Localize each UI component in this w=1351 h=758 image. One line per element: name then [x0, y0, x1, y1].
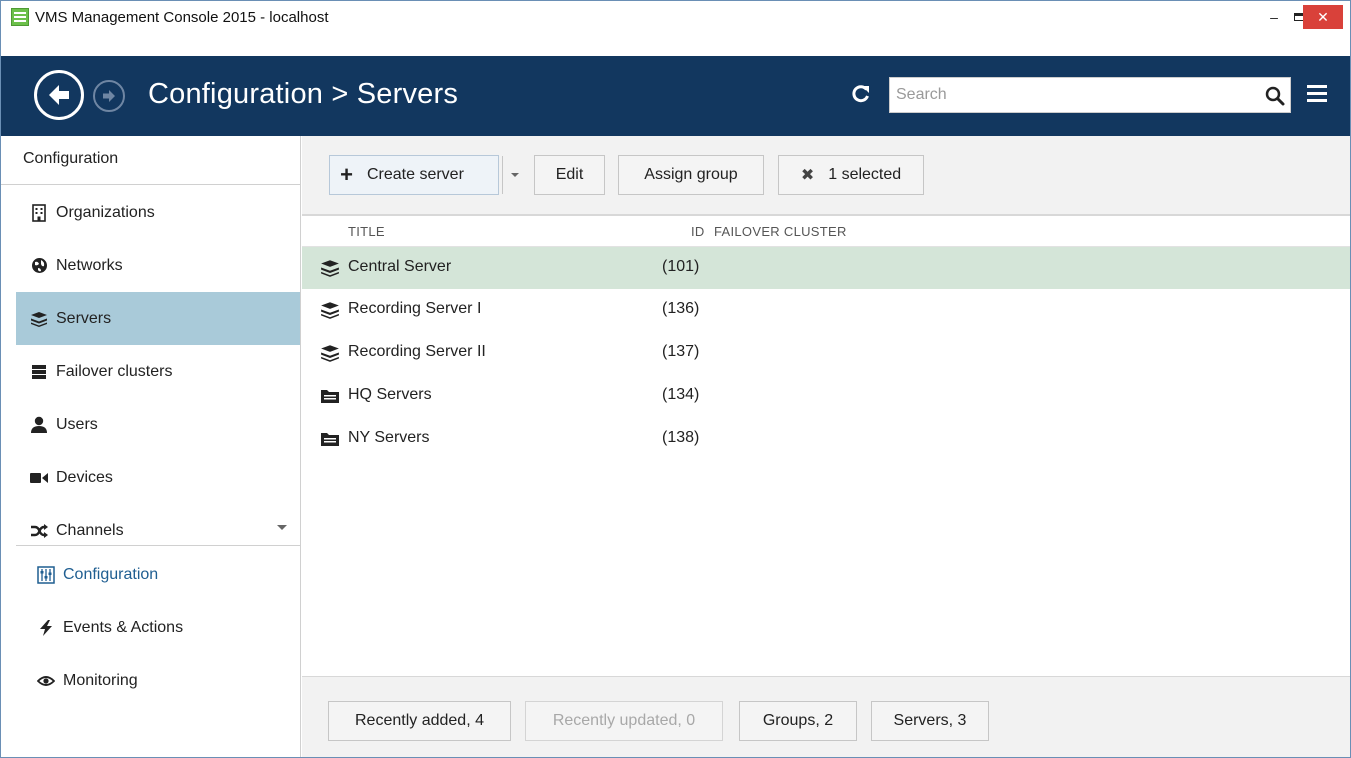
window-title: VMS Management Console 2015 - localhost: [35, 8, 329, 26]
list-header: TITLE ID FAILOVER CLUSTER: [302, 218, 1350, 247]
sidebar-item-networks[interactable]: Networks: [16, 239, 300, 292]
table-row[interactable]: Central Server (101): [302, 247, 1350, 289]
sidebar-item-organizations[interactable]: Organizations: [16, 186, 300, 239]
breadcrumb: Configuration > Servers: [148, 78, 459, 110]
toolbar: + Create server Edit Assign group ✖ 1 se…: [302, 136, 1350, 216]
sidebar-item-label: Devices: [56, 468, 113, 486]
folder-icon: [321, 433, 339, 446]
folder-icon: [321, 390, 339, 403]
row-title: Recording Server I: [348, 300, 482, 317]
arrow-right-icon: [103, 90, 115, 102]
row-title: NY Servers: [348, 429, 430, 446]
nav-label: Configuration: [63, 566, 159, 583]
row-title: HQ Servers: [348, 386, 432, 403]
user-icon: [30, 416, 48, 434]
nav-label: Events & Actions: [63, 619, 184, 636]
table-row[interactable]: Recording Server I (136): [302, 289, 1350, 331]
search-box: [889, 77, 1291, 113]
hamburger-menu-icon[interactable]: [1306, 82, 1328, 104]
create-dropdown-toggle[interactable]: [502, 156, 526, 194]
column-header-failover-cluster[interactable]: FAILOVER CLUSTER: [714, 224, 847, 239]
app-window: VMS Management Console 2015 - localhost …: [0, 0, 1351, 758]
row-id: (138): [662, 429, 700, 446]
sidebar-divider: [16, 545, 300, 546]
plus-icon: +: [340, 162, 353, 187]
recently-updated-filter-button[interactable]: Recently updated, 0: [525, 701, 723, 741]
row-id: (101): [662, 258, 700, 275]
recently-added-filter-button[interactable]: Recently added, 4: [328, 701, 511, 741]
close-button[interactable]: ✕: [1303, 5, 1343, 29]
sidebar-heading: Configuration: [1, 136, 300, 185]
search-icon[interactable]: [1264, 85, 1286, 107]
server-stack-icon: [321, 260, 339, 277]
create-server-label: Create server: [366, 166, 464, 183]
eye-icon: [36, 671, 56, 691]
building-icon: [30, 203, 48, 222]
servers-filter-button[interactable]: Servers, 3: [871, 701, 989, 741]
back-button[interactable]: [34, 70, 84, 120]
app-logo-icon: [11, 8, 29, 26]
table-row[interactable]: NY Servers (138): [302, 418, 1350, 460]
sidebar-item-servers[interactable]: Servers: [16, 292, 300, 345]
app-header: Configuration > Servers: [1, 56, 1350, 136]
sidebar-item-users[interactable]: Users: [16, 398, 300, 451]
sidebar-item-label: Organizations: [56, 203, 155, 221]
row-id: (136): [662, 300, 700, 317]
selected-count-label: 1 selected: [828, 166, 902, 183]
server-stack-icon: [30, 310, 48, 328]
cluster-icon: [30, 363, 48, 381]
nav-events-actions[interactable]: Events & Actions: [16, 608, 300, 648]
forward-button[interactable]: [93, 80, 125, 112]
server-stack-icon: [321, 345, 339, 362]
sidebar-item-label: Servers: [56, 309, 112, 327]
sliders-icon: [36, 565, 56, 585]
close-icon: ✖: [800, 167, 815, 184]
column-header-id[interactable]: ID: [691, 224, 705, 239]
server-stack-icon: [321, 302, 339, 319]
edit-button[interactable]: Edit: [534, 155, 605, 195]
column-header-title[interactable]: TITLE: [348, 224, 385, 239]
search-input[interactable]: [890, 78, 1250, 112]
sidebar-item-devices[interactable]: Devices: [16, 451, 300, 504]
sidebar-item-channels[interactable]: Channels: [16, 504, 300, 557]
nav-monitoring[interactable]: Monitoring: [16, 661, 300, 701]
globe-icon: [30, 257, 48, 275]
sidebar-item-label: Channels: [56, 521, 124, 539]
sidebar-item-label: Networks: [56, 256, 123, 274]
table-row[interactable]: HQ Servers (134): [302, 375, 1350, 417]
row-title: Central Server: [348, 258, 452, 275]
create-server-button[interactable]: + Create server: [329, 155, 519, 195]
title-bar: VMS Management Console 2015 - localhost …: [1, 1, 1350, 33]
table-row[interactable]: Recording Server II (137): [302, 332, 1350, 374]
sidebar-item-label: Failover clusters: [56, 362, 173, 380]
shuffle-icon: [30, 522, 48, 540]
sidebar-item-failover-clusters[interactable]: Failover clusters: [16, 345, 300, 398]
row-id: (134): [662, 386, 700, 403]
row-id: (137): [662, 343, 700, 360]
nav-label: Monitoring: [63, 672, 138, 689]
arrow-left-icon: [49, 85, 69, 105]
row-title: Recording Server II: [348, 343, 486, 360]
minimize-button[interactable]: –: [1259, 5, 1289, 29]
filter-bar: Recently added, 4 Recently updated, 0 Gr…: [302, 676, 1350, 757]
lightning-icon: [36, 618, 56, 638]
sidebar-item-label: Users: [56, 415, 98, 433]
camera-icon: [30, 469, 48, 487]
clear-selection-button[interactable]: ✖ 1 selected: [778, 155, 924, 195]
sidebar: Configuration Organizations Networks Ser…: [1, 136, 301, 757]
assign-group-button[interactable]: Assign group: [618, 155, 764, 195]
chevron-down-icon: [510, 173, 519, 177]
nav-configuration[interactable]: Configuration: [16, 555, 300, 595]
main-panel: + Create server Edit Assign group ✖ 1 se…: [302, 136, 1350, 757]
scroll-down-caret-icon[interactable]: [277, 525, 287, 530]
refresh-icon[interactable]: [851, 84, 871, 104]
groups-filter-button[interactable]: Groups, 2: [739, 701, 857, 741]
